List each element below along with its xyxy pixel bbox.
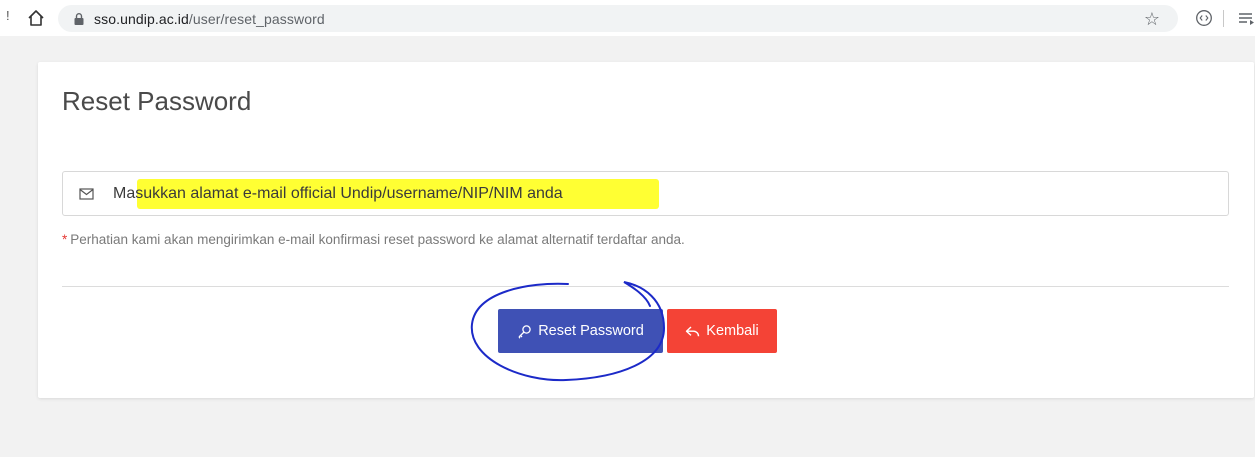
address-bar[interactable]: sso.undip.ac.id/user/reset_password ☆ <box>58 5 1178 32</box>
browser-toolbar: ! sso.undip.ac.id/user/reset_password ☆ <box>0 0 1255 36</box>
home-icon <box>28 10 44 26</box>
envelope-icon <box>63 172 109 215</box>
url-path: /user/reset_password <box>188 10 325 27</box>
home-button[interactable] <box>24 7 48 29</box>
url-host: sso.undip.ac.id <box>94 10 189 27</box>
divider <box>62 286 1229 287</box>
lock-icon <box>72 12 86 26</box>
reset-password-button[interactable]: Reset Password <box>498 309 663 353</box>
star-icon[interactable]: ☆ <box>1144 9 1160 30</box>
page-title: Reset Password <box>62 86 252 116</box>
note-text: Perhatian kami akan mengirimkan e-mail k… <box>70 232 685 247</box>
email-input[interactable] <box>109 172 1228 215</box>
required-asterisk: * <box>62 232 68 247</box>
url-text: sso.undip.ac.id/user/reset_password <box>94 11 325 27</box>
reset-password-label: Reset Password <box>538 323 644 339</box>
key-icon <box>518 324 531 339</box>
toolbar-separator <box>1223 10 1224 27</box>
toolbar-mark: ! <box>6 8 10 23</box>
action-buttons: Reset Password Kembali <box>498 309 777 353</box>
reply-icon <box>686 325 700 336</box>
confirmation-note: * Perhatian kami akan mengirimkan e-mail … <box>62 232 685 247</box>
back-button[interactable]: Kembali <box>667 309 777 353</box>
back-label: Kembali <box>706 323 759 339</box>
email-input-group <box>62 171 1229 216</box>
queue-icon[interactable] <box>1238 9 1255 27</box>
extension-icon[interactable] <box>1195 9 1213 27</box>
